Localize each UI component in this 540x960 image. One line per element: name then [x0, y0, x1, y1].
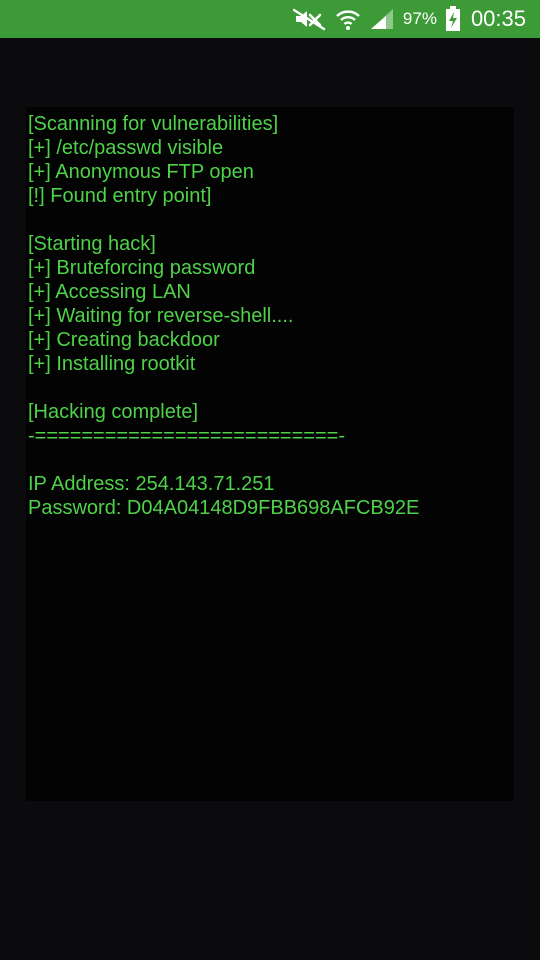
terminal-line: [Starting hack] — [28, 233, 156, 255]
terminal-line: [+] Installing rootkit — [28, 353, 196, 375]
terminal-line: [+] Waiting for reverse-shell.... — [28, 305, 294, 327]
status-bar: 97% 00:35 — [0, 0, 540, 38]
ip-address-line: IP Address: 254.143.71.251 — [28, 473, 275, 495]
terminal-line: [+] Creating backdoor — [28, 329, 220, 351]
terminal-line: [+] Anonymous FTP open — [28, 161, 254, 183]
wifi-icon — [335, 7, 361, 31]
terminal-line: [Hacking complete] — [28, 401, 199, 423]
terminal-line: [+] /etc/passwd visible — [28, 137, 224, 159]
terminal-line: [!] Found entry point] — [28, 185, 212, 207]
clock: 00:35 — [470, 6, 526, 31]
battery-percent: 97% — [402, 9, 437, 28]
signal-icon — [369, 7, 395, 31]
terminal-output: [Scanning for vulnerabilities] [+] /etc/… — [26, 107, 514, 801]
terminal-line: -==========================- — [28, 425, 345, 447]
status-icons: 97% 00:35 — [292, 0, 526, 38]
mute-icon — [292, 7, 327, 31]
password-line: Password: D04A04148D9FBB698AFCB92E — [28, 497, 420, 519]
battery-charging-icon — [445, 6, 461, 32]
terminal-line: [Scanning for vulnerabilities] — [28, 113, 279, 135]
terminal-line: [+] Bruteforcing password — [28, 257, 256, 279]
terminal-line: [+] Accessing LAN — [28, 281, 191, 303]
